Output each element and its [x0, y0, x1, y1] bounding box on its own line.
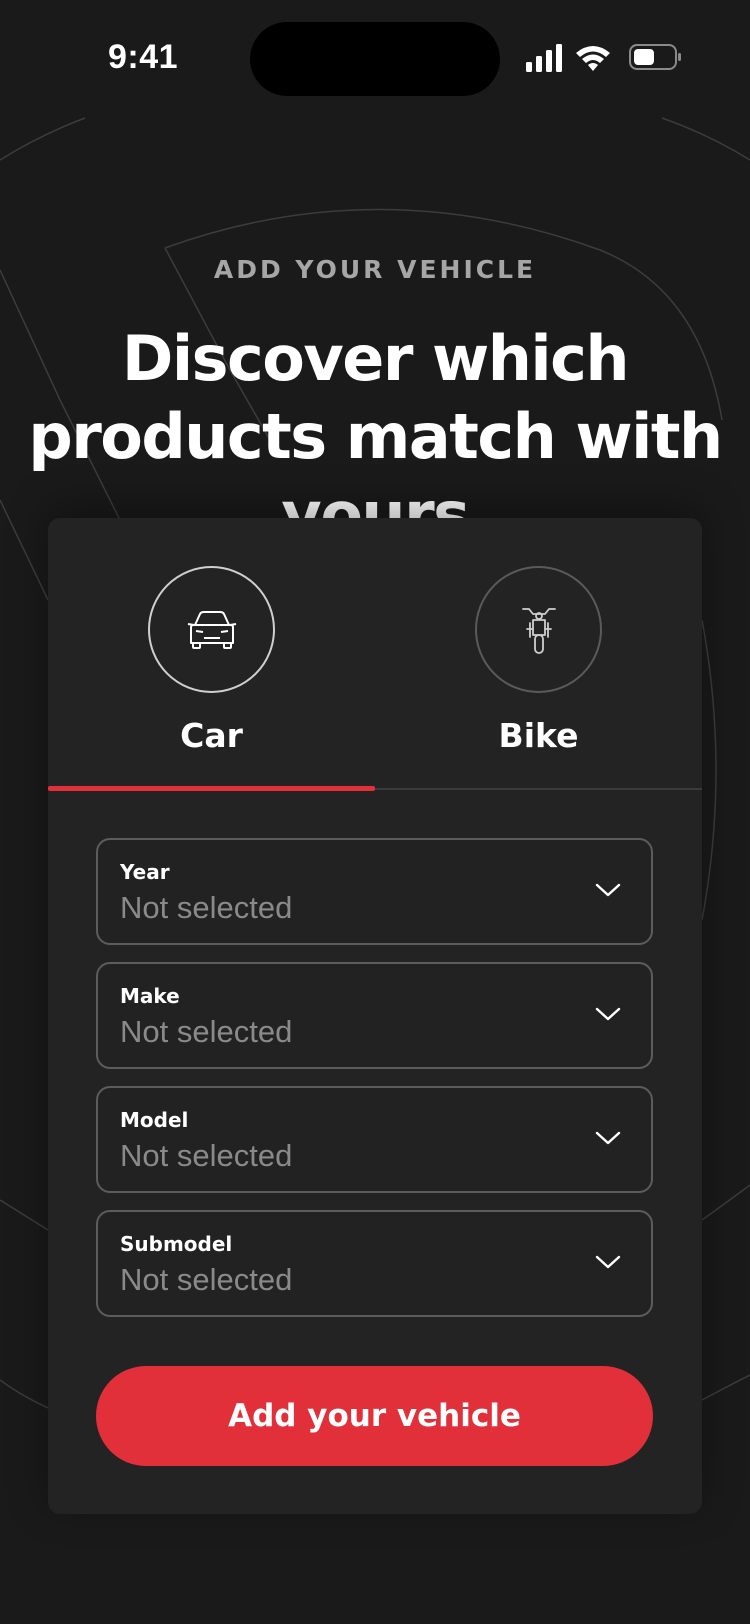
status-bar: 9:41: [0, 0, 750, 120]
active-tab-indicator: [48, 786, 375, 791]
vehicle-type-tabs: Car Bike: [48, 518, 702, 791]
make-select[interactable]: Make Not selected: [96, 962, 653, 1069]
eyebrow-title: ADD YOUR VEHICLE: [213, 255, 537, 284]
model-label: Model: [120, 1108, 189, 1132]
submodel-label: Submodel: [120, 1232, 233, 1256]
year-select[interactable]: Year Not selected: [96, 838, 653, 945]
car-icon-circle: [148, 566, 275, 693]
year-label: Year: [120, 860, 170, 884]
motorcycle-icon: [521, 607, 556, 654]
car-icon: [187, 610, 236, 649]
chevron-down-icon: [595, 1131, 621, 1145]
chevron-down-icon: [595, 883, 621, 897]
model-value: Not selected: [120, 1138, 293, 1173]
model-select[interactable]: Model Not selected: [96, 1086, 653, 1193]
vehicle-card: Car Bike Year Not selected Make Not sele…: [48, 518, 702, 1514]
tab-bike-label: Bike: [498, 716, 579, 755]
wifi-icon: [576, 46, 610, 71]
signal-icon: [526, 44, 562, 72]
add-vehicle-button[interactable]: Add your vehicle: [96, 1366, 653, 1466]
battery-icon: [629, 44, 681, 70]
chevron-down-icon: [595, 1007, 621, 1021]
submodel-select[interactable]: Submodel Not selected: [96, 1210, 653, 1317]
bike-icon-circle: [475, 566, 602, 693]
year-value: Not selected: [120, 890, 293, 925]
dynamic-island: [250, 22, 500, 96]
status-time: 9:41: [108, 38, 179, 76]
submodel-value: Not selected: [120, 1262, 293, 1297]
tab-car[interactable]: Car: [48, 518, 375, 790]
status-icons: [526, 44, 681, 72]
make-label: Make: [120, 984, 180, 1008]
tab-car-label: Car: [180, 716, 243, 755]
chevron-down-icon: [595, 1255, 621, 1269]
make-value: Not selected: [120, 1014, 293, 1049]
tab-bike[interactable]: Bike: [375, 518, 702, 790]
